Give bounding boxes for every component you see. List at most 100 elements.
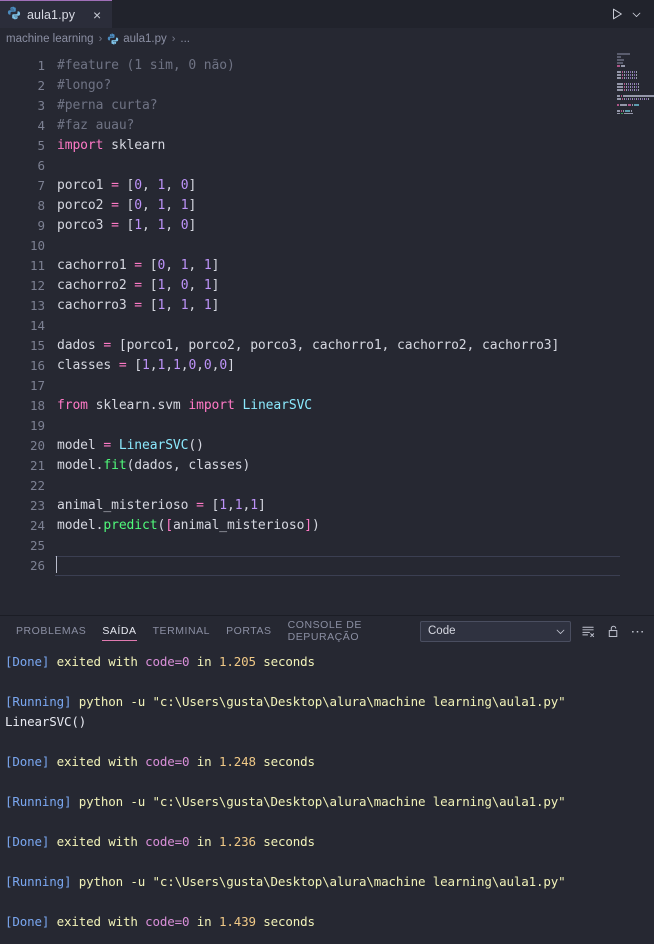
breadcrumb-separator-2: › [171, 33, 176, 45]
minimap-token [634, 76, 635, 79]
output-segment: seconds [255, 834, 315, 849]
minimap-token [621, 109, 622, 112]
panel-tab-problemas[interactable]: PROBLEMAS [8, 616, 94, 646]
minimap-token [617, 85, 623, 88]
minimap-token [617, 82, 623, 85]
code-token: = [134, 298, 143, 313]
code-token: 1 [250, 498, 258, 513]
code-token: [porco1, porco2, porco3, cachorro1, cach… [111, 338, 560, 353]
breadcrumb-folder[interactable]: machine learning [6, 33, 94, 45]
output-line: [Done] exited with code=0 in 1.439 secon… [5, 912, 654, 932]
line-number: 20 [29, 438, 45, 453]
minimap-token [632, 70, 633, 73]
minimap-token [624, 112, 633, 114]
minimap-token [626, 88, 627, 91]
output-segment: 1.236 [218, 834, 256, 849]
close-icon[interactable]: × [90, 8, 104, 22]
minimap-token [636, 85, 637, 88]
output-segment: python -u "c:\Users\gusta\Desktop\alura\… [71, 694, 566, 709]
minimap-token [634, 85, 635, 88]
minimap-token [636, 73, 637, 76]
minimap-token [642, 97, 643, 100]
minimap-token [617, 97, 621, 100]
code-text: cachorro1 = [0, 1, 1] [45, 256, 219, 276]
panel-tab-label: PORTAS [226, 625, 272, 637]
line-number: 3 [37, 98, 45, 113]
minimap-token [617, 94, 620, 97]
code-token: ) [312, 518, 320, 533]
minimap-token [638, 88, 639, 91]
minimap-token [628, 70, 629, 73]
code-token: model [57, 438, 104, 453]
panel-tab-terminal[interactable]: TERMINAL [145, 616, 219, 646]
code-line: 21 model.fit(dados, classes) [0, 456, 654, 476]
code-token: , [188, 298, 204, 313]
panel-tab-console-de-depuração[interactable]: CONSOLE DE DEPURAÇÃO [280, 616, 420, 646]
code-token: model. [57, 518, 104, 533]
panel-tab-label: PROBLEMAS [16, 625, 87, 637]
code-token: ] [257, 498, 266, 513]
code-line: 1 #feature (1 sim, 0 não) [0, 56, 654, 76]
code-editor[interactable]: 1 #feature (1 sim, 0 não) 2 #longo? 3 #perna … [0, 50, 654, 615]
minimap-token [617, 64, 620, 67]
code-token: [ [203, 498, 220, 513]
code-text: classes = [1,1,1,0,0,0] [45, 356, 235, 376]
output-segment: 1.439 [218, 914, 256, 929]
minimap-token [626, 85, 627, 88]
minimap-token [622, 76, 623, 79]
panel-tab-label: SAÍDA [102, 625, 137, 637]
code-token: [ [142, 298, 158, 313]
minimap-token [624, 70, 625, 73]
minimap-token [632, 103, 633, 106]
line-number: 24 [29, 518, 45, 533]
code-token: ] [304, 518, 313, 533]
editor-tab-aula1[interactable]: aula1.py × [0, 0, 113, 28]
code-line: 22 [0, 476, 654, 496]
lock-icon[interactable] [605, 623, 621, 639]
panel-tab-portas[interactable]: PORTAS [218, 616, 280, 646]
code-token: fit [103, 458, 127, 473]
line-number: 22 [29, 478, 45, 493]
more-actions-icon[interactable]: ⋯ [630, 623, 646, 639]
code-line: 9 porco3 = [1, 1, 0] [0, 216, 654, 236]
chevron-down-icon[interactable] [631, 9, 642, 20]
line-number: 10 [29, 238, 45, 253]
panel-tab-label: CONSOLE DE DEPURAÇÃO [287, 619, 362, 643]
code-line: 4 #faz auau? [0, 116, 654, 136]
code-token: , [165, 198, 181, 213]
code-token: [ [142, 258, 158, 273]
clear-output-icon[interactable] [580, 623, 596, 639]
output-channel-select[interactable]: Code [420, 620, 571, 642]
code-token: = [134, 258, 143, 273]
python-icon [7, 5, 21, 24]
minimap-token [631, 109, 632, 112]
code-token: [ [118, 178, 135, 193]
code-token: animal_misterioso [57, 498, 197, 513]
breadcrumb-ellipsis[interactable]: ... [180, 33, 190, 45]
breadcrumb-file[interactable]: aula1.py [107, 33, 167, 45]
panel-tab-saída[interactable]: SAÍDA [94, 616, 144, 646]
minimap-token [628, 97, 629, 100]
output-segment: code=0 [145, 834, 190, 849]
line-number: 12 [29, 278, 45, 293]
code-line: 24 model.predict([animal_misterioso]) [0, 516, 654, 536]
output-segment: exited with [49, 654, 146, 669]
line-number: 5 [37, 138, 45, 153]
run-icon[interactable] [610, 7, 624, 21]
code-line: 11 cachorro1 = [0, 1, 1] [0, 256, 654, 276]
code-token: ] [211, 258, 220, 273]
output-console[interactable]: [Done] exited with code=0 in 1.205 secon… [0, 646, 654, 944]
minimap-token [617, 76, 621, 79]
minimap-token [630, 70, 631, 73]
code-line: 26 [0, 556, 654, 576]
minimap-token [636, 88, 637, 91]
code-token: (dados, classes) [126, 458, 251, 473]
code-text: model.predict([animal_misterioso]) [45, 516, 320, 536]
minimap-token [628, 82, 629, 85]
minimap[interactable] [615, 52, 654, 114]
minimap-token [617, 109, 620, 112]
minimap-line [615, 112, 654, 114]
code-token: cachorro1 [57, 258, 135, 273]
minimap-token [632, 88, 633, 91]
